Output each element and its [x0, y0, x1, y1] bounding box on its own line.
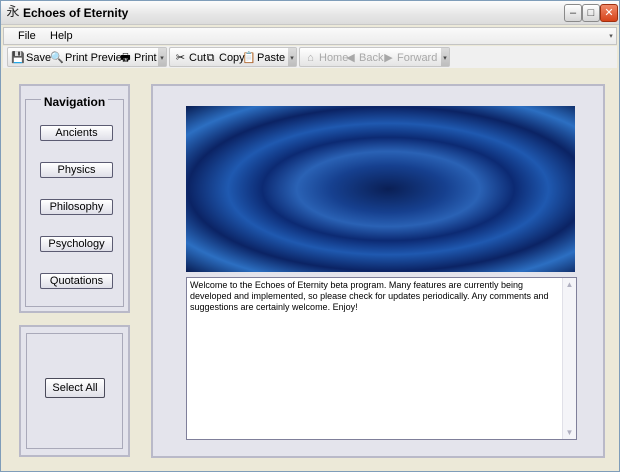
close-icon: ✕ — [604, 7, 614, 19]
navigation-panel: Navigation Ancients Physics Philosophy P… — [19, 84, 130, 313]
scroll-up-icon[interactable]: ▲ — [563, 278, 576, 291]
print-preview-button[interactable]: 🔍 Print Preview — [50, 50, 130, 66]
close-button[interactable]: ✕ — [600, 4, 618, 22]
main-window: 永 Echoes of Eternity – □ ✕ File Help ▾ 💾… — [0, 0, 620, 472]
print-label: Print — [134, 52, 157, 64]
app-logo-icon[interactable]: 永 — [5, 5, 21, 21]
select-all-panel: Select All — [19, 325, 130, 457]
maximize-button[interactable]: □ — [582, 4, 600, 22]
toolbar-group-file: 💾 Save 🔍 Print Preview 🖶 Print ▾ — [7, 47, 167, 67]
home-button[interactable]: ⌂ Home — [304, 50, 348, 66]
navigation-title-text: Navigation — [40, 95, 109, 109]
back-icon: ◀ — [346, 51, 355, 64]
nav-button-quotations[interactable]: Quotations — [40, 273, 113, 289]
toolbar-group-navigation: ⌂ Home ◀ Back ▶ Forward ▾ — [299, 47, 450, 67]
print-preview-icon: 🔍 — [50, 51, 64, 64]
window-title: Echoes of Eternity — [23, 6, 129, 20]
save-label: Save — [26, 52, 52, 64]
copy-button[interactable]: ⧉ Copy — [204, 50, 245, 66]
select-all-button[interactable]: Select All — [45, 378, 105, 398]
forward-button[interactable]: ▶ Forward — [382, 50, 437, 66]
toolbar-grip-icon[interactable]: ▾ — [288, 48, 296, 66]
save-icon: 💾 — [11, 51, 25, 64]
banner-image — [186, 106, 575, 272]
minimize-button[interactable]: – — [564, 4, 582, 22]
minimize-icon: – — [569, 7, 577, 19]
content-panel: Welcome to the Echoes of Eternity beta p… — [151, 84, 605, 458]
forward-label: Forward — [397, 52, 438, 64]
vertical-scrollbar[interactable]: ▲ ▼ — [562, 278, 576, 439]
print-button[interactable]: 🖶 Print — [119, 50, 157, 66]
paste-button[interactable]: 📋 Paste — [242, 50, 285, 66]
scroll-down-icon[interactable]: ▼ — [563, 426, 576, 439]
nav-button-psychology[interactable]: Psychology — [40, 236, 113, 252]
paste-icon: 📋 — [242, 51, 256, 64]
nav-button-ancients[interactable]: Ancients — [40, 125, 113, 141]
menu-bar: File Help ▾ — [3, 27, 617, 45]
copy-icon: ⧉ — [206, 51, 215, 64]
cut-button[interactable]: ✂ Cut — [174, 50, 206, 66]
toolbar-grip-icon[interactable]: ▾ — [441, 48, 449, 66]
forward-icon: ▶ — [384, 51, 393, 64]
paste-label: Paste — [257, 52, 286, 64]
cut-icon: ✂ — [175, 51, 186, 64]
toolbar-group-edit: ✂ Cut ⧉ Copy 📋 Paste ▾ — [169, 47, 297, 67]
menubar-overflow-icon[interactable]: ▾ — [607, 29, 615, 43]
nav-button-physics[interactable]: Physics — [40, 162, 113, 178]
welcome-text: Welcome to the Echoes of Eternity beta p… — [190, 280, 549, 312]
print-icon: 🖶 — [120, 51, 131, 64]
welcome-text-area[interactable]: Welcome to the Echoes of Eternity beta p… — [186, 277, 577, 440]
toolbar-grip-icon[interactable]: ▾ — [158, 48, 166, 66]
nav-button-philosophy[interactable]: Philosophy — [40, 199, 113, 215]
home-icon: ⌂ — [307, 51, 314, 64]
navigation-title: Navigation — [21, 95, 128, 109]
toolbar: 💾 Save 🔍 Print Preview 🖶 Print ▾ ✂ Cut ⧉… — [3, 46, 617, 68]
save-button[interactable]: 💾 Save — [11, 50, 51, 66]
back-label: Back — [359, 52, 384, 64]
back-button[interactable]: ◀ Back — [344, 50, 383, 66]
copy-label: Copy — [219, 52, 245, 64]
menu-help[interactable]: Help — [50, 30, 73, 42]
maximize-icon: □ — [587, 7, 595, 19]
menu-file[interactable]: File — [18, 30, 36, 42]
title-bar[interactable]: 永 Echoes of Eternity – □ ✕ — [1, 1, 619, 25]
